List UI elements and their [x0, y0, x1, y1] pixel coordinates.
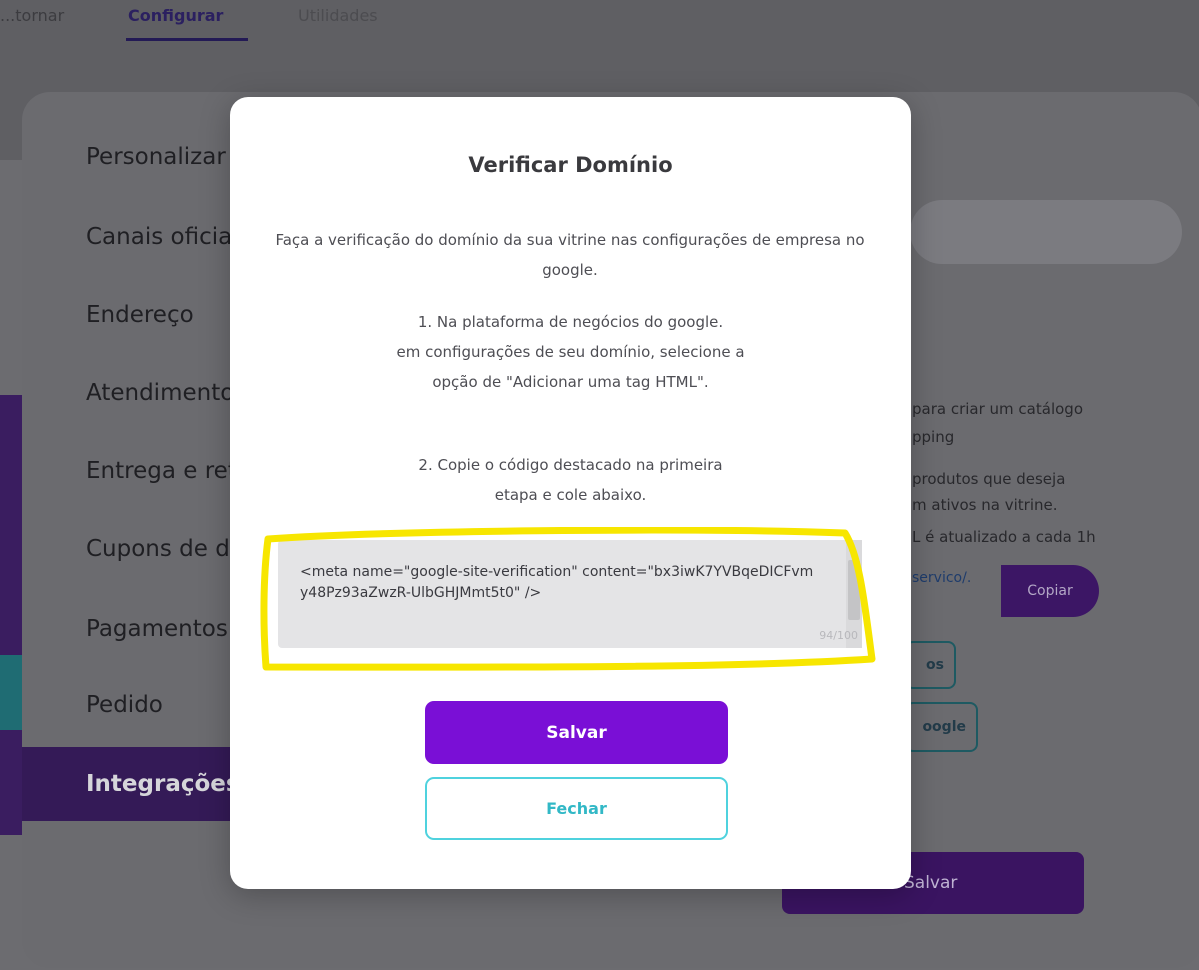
menu-item-pedido[interactable]: Pedido [86, 692, 163, 718]
right-pane-text: m ativos na vitrine. [912, 496, 1058, 514]
step-1-line: opção de "Adicionar uma tag HTML". [432, 373, 709, 391]
save-button[interactable]: Salvar [425, 701, 728, 764]
right-pane-input[interactable] [910, 200, 1182, 264]
menu-item-canais-oficiais[interactable]: Canais oficiais [86, 224, 251, 250]
modal-description: Faça a verificação do domínio da sua vit… [275, 231, 865, 279]
modal-title: Verificar Domínio [468, 153, 673, 177]
tab-utilidades[interactable]: Utilidades [298, 6, 378, 25]
active-tab-indicator [126, 38, 248, 41]
close-button[interactable]: Fechar [425, 777, 728, 840]
feed-url: servico/. [912, 570, 972, 586]
right-pane-text: produtos que deseja [912, 470, 1066, 488]
scrollbar-thumb[interactable] [848, 560, 860, 620]
verify-domain-modal: Verificar Domínio Faça a verificação do … [230, 97, 911, 889]
copy-button[interactable]: Copiar [1001, 565, 1099, 617]
step-2-line: 2. Copie o código destacado na primeira [418, 456, 723, 474]
verification-code-textarea[interactable]: <meta name="google-site-verification" co… [278, 540, 862, 648]
step-2-line: etapa e cole abaixo. [494, 486, 647, 504]
tab-configurar[interactable]: Configurar [128, 6, 223, 25]
step-1-line: 1. Na plataforma de negócios do google. [417, 313, 724, 331]
menu-item-pagamentos[interactable]: Pagamentos [86, 616, 228, 642]
step-2-instructions: 2. Copie o código destacado na primeira … [340, 450, 801, 510]
tab-previous[interactable]: ...tornar [0, 6, 64, 25]
verification-code-value[interactable]: <meta name="google-site-verification" co… [300, 562, 820, 604]
step-1-line: em configurações de seu domínio, selecio… [396, 343, 745, 361]
menu-item-personalizar[interactable]: Personalizar [86, 144, 226, 170]
step-1-instructions: 1. Na plataforma de negócios do google. … [340, 307, 801, 397]
scroll-up-icon[interactable]: ▲ [849, 543, 856, 553]
right-pane-text: para criar um catálogo [912, 400, 1083, 418]
right-pane-text: L é atualizado a cada 1h [912, 528, 1096, 546]
character-counter: 94/100 [819, 629, 858, 642]
menu-item-endereco[interactable]: Endereço [86, 302, 194, 328]
menu-item-atendimento[interactable]: Atendimento [86, 380, 234, 406]
right-pane-text: pping [912, 428, 955, 446]
side-decoration-teal [0, 655, 22, 730]
outline-button-1[interactable]: os [905, 641, 956, 689]
outline-button-google[interactable]: oogle [905, 702, 978, 752]
